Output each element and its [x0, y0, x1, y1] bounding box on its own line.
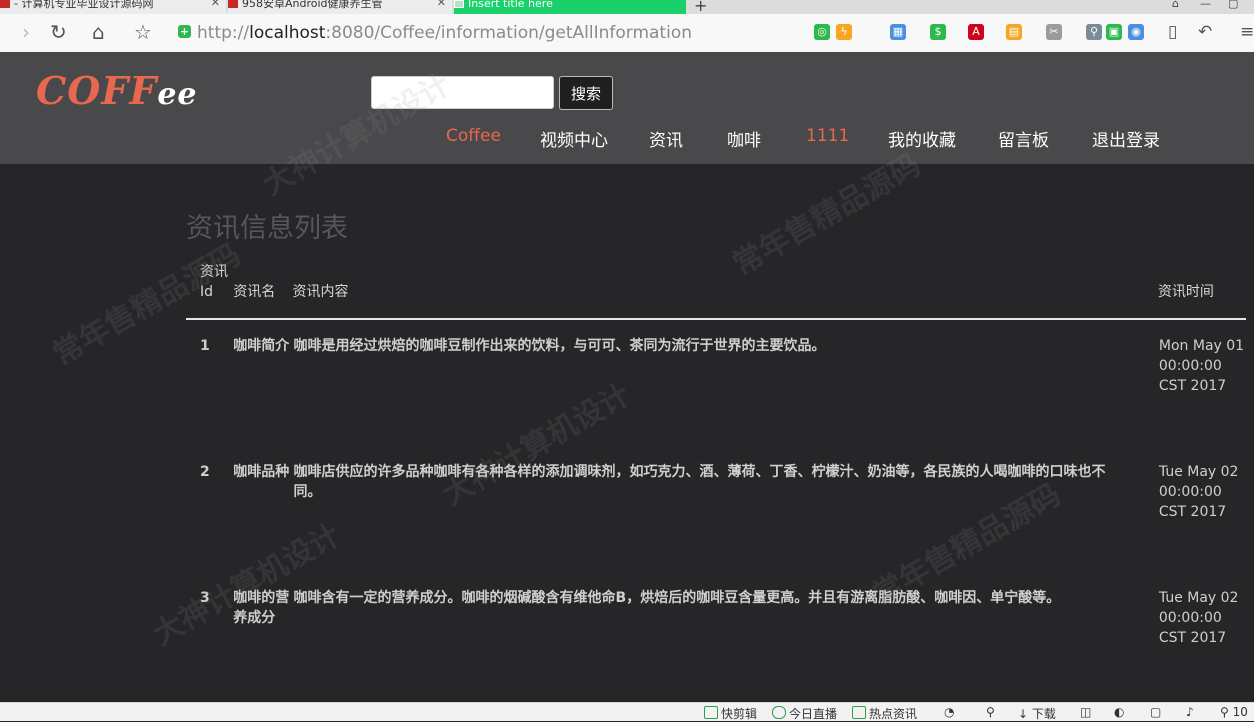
translate-icon[interactable]: ◉	[1128, 24, 1144, 40]
cell-time: Tue May 02 00:00:00 CST 2017	[1158, 464, 1239, 520]
table-row: 1 咖啡简介 咖啡是用经过烘焙的咖啡豆制作出来的饮料，与可可、茶同为流行于世界的…	[186, 319, 1246, 446]
nav-coffee[interactable]: Coffee	[446, 126, 501, 146]
column-header-content: 资讯内容	[292, 262, 1158, 320]
tab-title: 958安卓Android健康养生管	[242, 0, 383, 10]
nav-logout[interactable]: 退出登录	[1092, 126, 1160, 151]
cell-name: 咖啡品种	[233, 464, 290, 480]
status-item[interactable]: 热点资讯	[852, 705, 917, 722]
cell-time: Mon May 01 00:00:00 CST 2017	[1158, 338, 1245, 394]
information-table: 资讯Id 资讯名 资讯内容 资讯时间 1 咖啡简介 咖啡是用经过烘焙的咖啡豆制作…	[186, 262, 1246, 698]
page-favicon-icon	[454, 0, 464, 8]
status-item[interactable]: 今日直播	[772, 705, 837, 722]
window-icon[interactable]: ◫	[1080, 705, 1091, 719]
speed-icon[interactable]: ◔	[944, 705, 954, 719]
undo-icon[interactable]: ↶	[1198, 20, 1212, 44]
secure-shield-icon: +	[178, 25, 191, 38]
speedup-icon[interactable]: ◎	[814, 24, 830, 40]
close-tab-icon[interactable]: ✕	[211, 0, 220, 8]
phone-icon[interactable]: ▯	[1168, 20, 1177, 44]
browser-tab-active[interactable]: Insert title here	[454, 0, 686, 14]
address-bar: › ↻ ⌂ ☆ + http://localhost:8080/Coffee/i…	[0, 14, 1254, 53]
cell-name: 咖啡的营养成分	[233, 590, 290, 626]
url-field[interactable]: http://localhost:8080/Coffee/information…	[197, 22, 692, 44]
cell-id: 1	[200, 338, 210, 354]
browser-tab[interactable]: 958安卓Android健康养生管 ✕	[228, 0, 452, 14]
cell-id: 3	[200, 590, 210, 606]
reload-icon[interactable]: ↻	[50, 20, 67, 44]
minimize-icon[interactable]: —	[1200, 0, 1211, 10]
zoom-control[interactable]: ⚲ 10	[1220, 705, 1248, 719]
skin-icon[interactable]: ⌂	[1172, 0, 1179, 10]
column-header-name: 资讯名	[232, 262, 293, 320]
lightning-icon[interactable]: ϟ	[836, 24, 852, 40]
cell-id: 2	[200, 464, 210, 480]
pin-icon[interactable]: ⚲	[986, 705, 995, 719]
tile-icon[interactable]: ▢	[1150, 705, 1161, 719]
apps-icon[interactable]: ▦	[890, 24, 906, 40]
maximize-icon[interactable]: ▢	[1228, 0, 1238, 10]
download-icon: ↓	[1018, 707, 1029, 721]
nav-coffee-products[interactable]: 咖啡	[727, 126, 761, 151]
status-item[interactable]: ↓ 下载	[1018, 705, 1056, 722]
cell-content: 咖啡是用经过烘焙的咖啡豆制作出来的饮料，与可可、茶同为流行于世界的主要饮品。	[293, 338, 826, 354]
settings-icon[interactable]: ◐	[1114, 705, 1124, 719]
search-extension-icon[interactable]: ⚲	[1086, 24, 1102, 40]
search-button[interactable]: 搜索	[559, 76, 613, 110]
nav-message-board[interactable]: 留言板	[998, 126, 1049, 151]
site-header: COFFee 搜索 Coffee 视频中心 资讯 咖啡 1111 我的收藏 留言…	[0, 52, 1254, 164]
browser-status-bar: 快剪辑 今日直播 热点资讯 ◔ ⚲ ↓ 下载 ◫ ◐ ▢ ♪ ⚲ 10	[0, 702, 1254, 721]
live-play-icon	[772, 706, 786, 719]
browser-tab-bar: - 计算机专业毕业设计源码网 ✕ 958安卓Android健康养生管 ✕ Ins…	[0, 0, 1254, 14]
volume-icon[interactable]: ♪	[1186, 705, 1194, 719]
cell-content: 咖啡店供应的许多品种咖啡有各种各样的添加调味剂，如巧克力、酒、薄荷、丁香、柠檬汁…	[293, 464, 1106, 500]
zoom-icon: ⚲	[1220, 705, 1229, 719]
home-icon[interactable]: ⌂	[92, 20, 105, 44]
coffee-logo[interactable]: COFFee	[36, 68, 198, 113]
wallet-icon[interactable]: ▤	[1006, 24, 1022, 40]
table-header-row: 资讯Id 资讯名 资讯内容 资讯时间	[186, 262, 1246, 320]
search-input[interactable]	[371, 76, 554, 109]
tab-title: Insert title here	[468, 0, 553, 10]
page-title: 资讯信息列表	[186, 213, 348, 244]
site-favicon-icon	[228, 0, 238, 8]
nav-information[interactable]: 资讯	[649, 126, 683, 151]
close-tab-icon[interactable]: ✕	[437, 0, 446, 8]
news-icon	[852, 706, 866, 719]
status-item[interactable]: 快剪辑	[704, 705, 757, 722]
pdf-icon[interactable]: A	[968, 24, 984, 40]
notes-icon[interactable]: ▣	[1106, 24, 1122, 40]
shield-extension-icon[interactable]: $	[930, 24, 946, 40]
column-header-time: 资讯时间	[1157, 262, 1246, 320]
column-header-id: 资讯Id	[186, 262, 233, 320]
bookmark-star-icon[interactable]: ☆	[134, 20, 152, 44]
table-row: 3 咖啡的营养成分 咖啡含有一定的营养成分。咖啡的烟碱酸含有维他命B，烘焙后的咖…	[186, 572, 1246, 698]
cell-time: Tue May 02 00:00:00 CST 2017	[1158, 590, 1239, 646]
screenshot-icon[interactable]: ✂	[1046, 24, 1062, 40]
tab-title: - 计算机专业毕业设计源码网	[14, 0, 154, 10]
nav-user[interactable]: 1111	[806, 126, 849, 146]
nav-my-favorites[interactable]: 我的收藏	[888, 126, 956, 151]
cell-name: 咖啡简介	[233, 338, 290, 354]
table-row: 2 咖啡品种 咖啡店供应的许多品种咖啡有各种各样的添加调味剂，如巧克力、酒、薄荷…	[186, 446, 1246, 572]
browser-tab[interactable]: - 计算机专业毕业设计源码网 ✕	[0, 0, 226, 14]
forward-icon[interactable]: ›	[22, 20, 30, 44]
cell-content: 咖啡含有一定的营养成分。咖啡的烟碱酸含有维他命B，烘焙后的咖啡豆含量更高。并且有…	[293, 590, 1061, 606]
new-tab-icon[interactable]: +	[694, 0, 707, 14]
video-edit-icon	[704, 706, 718, 719]
menu-icon[interactable]: ≡	[1240, 20, 1254, 44]
site-favicon-icon	[0, 0, 10, 8]
nav-video-center[interactable]: 视频中心	[540, 126, 608, 151]
